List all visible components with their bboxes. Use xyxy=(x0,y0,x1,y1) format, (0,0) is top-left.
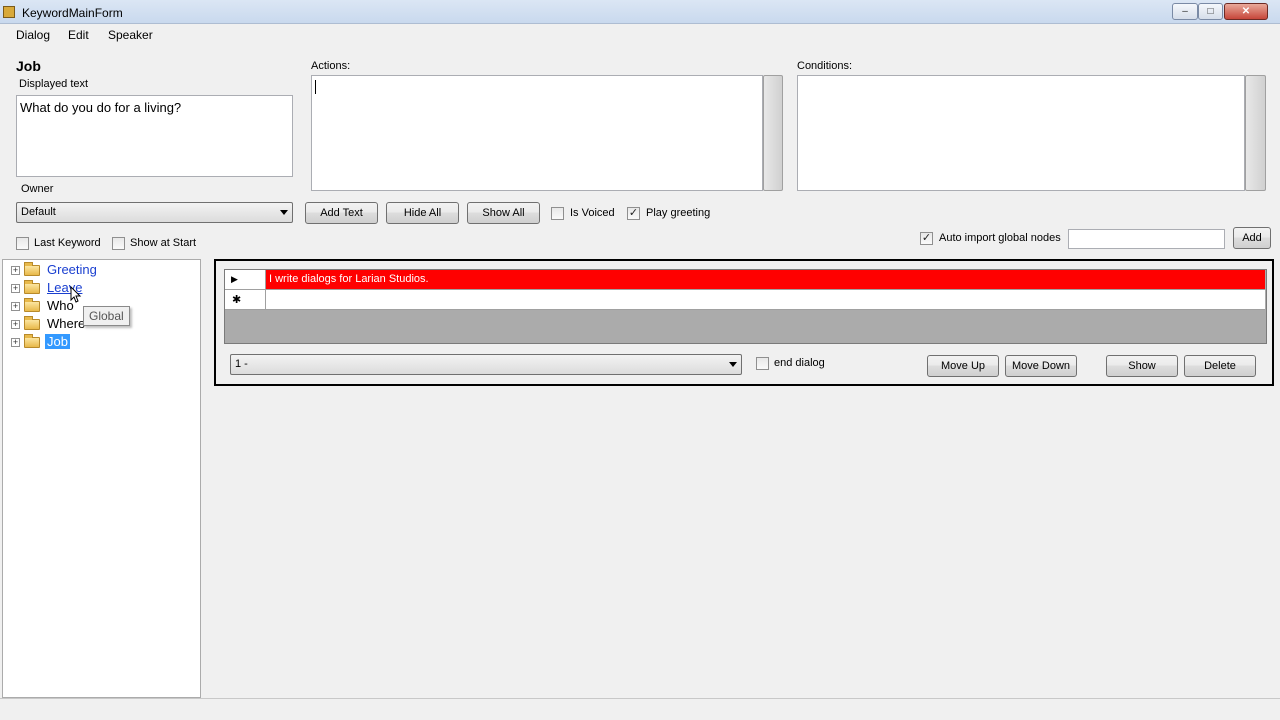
actions-field[interactable] xyxy=(311,75,763,191)
expand-icon[interactable]: + xyxy=(11,284,20,293)
dialog-selector-dropdown[interactable]: 1 - xyxy=(230,354,742,375)
tree-node-label[interactable]: Job xyxy=(45,334,70,349)
is-voiced-checkbox[interactable] xyxy=(551,207,564,220)
conditions-scrollbar[interactable] xyxy=(1245,75,1266,191)
show-all-button[interactable]: Show All xyxy=(467,202,540,224)
grid-row-header[interactable]: ▶ xyxy=(225,270,266,290)
mouse-cursor-icon xyxy=(70,286,82,303)
move-up-button[interactable]: Move Up xyxy=(927,355,999,377)
folder-icon xyxy=(24,334,40,348)
expand-icon[interactable]: + xyxy=(11,320,20,329)
is-voiced-label: Is Voiced xyxy=(570,207,615,219)
new-row-icon: ✱ xyxy=(232,294,242,306)
last-keyword-label: Last Keyword xyxy=(34,237,101,249)
dialog-grid[interactable]: ▶ I write dialogs for Larian Studios. ✱ xyxy=(224,269,1267,344)
hide-all-button[interactable]: Hide All xyxy=(386,202,459,224)
expand-icon[interactable]: + xyxy=(11,266,20,275)
keyword-title: Job xyxy=(16,58,41,74)
close-button[interactable]: ✕ xyxy=(1224,3,1268,20)
add-text-button[interactable]: Add Text xyxy=(305,202,378,224)
show-button[interactable]: Show xyxy=(1106,355,1178,377)
folder-icon xyxy=(24,316,40,330)
menu-dialog[interactable]: Dialog xyxy=(14,28,52,42)
conditions-label: Conditions: xyxy=(797,60,853,72)
actions-scrollbar[interactable] xyxy=(763,75,783,191)
show-at-start-label: Show at Start xyxy=(130,237,197,249)
conditions-field[interactable] xyxy=(797,75,1245,191)
dialog-selector-value: 1 - xyxy=(235,358,248,370)
auto-import-label: Auto import global nodes xyxy=(939,232,1061,244)
play-greeting-checkbox[interactable]: ✓ xyxy=(627,207,640,220)
maximize-button[interactable]: □ xyxy=(1198,3,1223,20)
play-greeting-label: Play greeting xyxy=(646,207,711,219)
text-cursor xyxy=(315,80,316,94)
status-bar xyxy=(0,698,1280,720)
owner-dropdown[interactable]: Default xyxy=(16,202,293,223)
chevron-down-icon xyxy=(729,362,737,367)
menu-speaker[interactable]: Speaker xyxy=(106,28,155,42)
auto-import-checkbox[interactable]: ✓ xyxy=(920,232,933,245)
show-at-start-checkbox[interactable] xyxy=(112,237,125,250)
end-dialog-checkbox[interactable] xyxy=(756,357,769,370)
menu-edit[interactable]: Edit xyxy=(66,28,91,42)
grid-cell[interactable] xyxy=(266,290,1265,310)
actions-label: Actions: xyxy=(311,60,351,72)
add-button[interactable]: Add xyxy=(1233,227,1271,249)
displayed-text-label: Displayed text xyxy=(19,78,89,90)
tree-node-label[interactable]: Where xyxy=(45,316,87,331)
grid-cell[interactable]: I write dialogs for Larian Studios. xyxy=(266,270,1265,290)
window-title: KeywordMainForm xyxy=(22,6,123,20)
move-down-button[interactable]: Move Down xyxy=(1005,355,1077,377)
tree-node-label[interactable]: Greeting xyxy=(45,262,99,277)
menu-bar: Dialog Edit Speaker xyxy=(0,25,1280,47)
folder-icon xyxy=(24,298,40,312)
folder-icon xyxy=(24,280,40,294)
app-icon xyxy=(3,6,15,18)
current-row-icon: ▶ xyxy=(231,274,238,284)
expand-icon[interactable]: + xyxy=(11,302,20,311)
displayed-text-field[interactable]: What do you do for a living? xyxy=(16,95,293,177)
chevron-down-icon xyxy=(280,210,288,215)
last-keyword-checkbox[interactable] xyxy=(16,237,29,250)
tooltip: Global xyxy=(83,306,130,326)
owner-label: Owner xyxy=(21,183,54,195)
minimize-button[interactable]: – xyxy=(1172,3,1198,20)
global-node-input[interactable] xyxy=(1068,229,1225,249)
grid-row-header[interactable]: ✱ xyxy=(225,290,266,310)
owner-value: Default xyxy=(21,206,56,218)
delete-button[interactable]: Delete xyxy=(1184,355,1256,377)
expand-icon[interactable]: + xyxy=(11,338,20,347)
end-dialog-label: end dialog xyxy=(774,357,825,369)
title-bar: KeywordMainForm – □ ✕ xyxy=(0,0,1280,24)
folder-icon xyxy=(24,262,40,276)
